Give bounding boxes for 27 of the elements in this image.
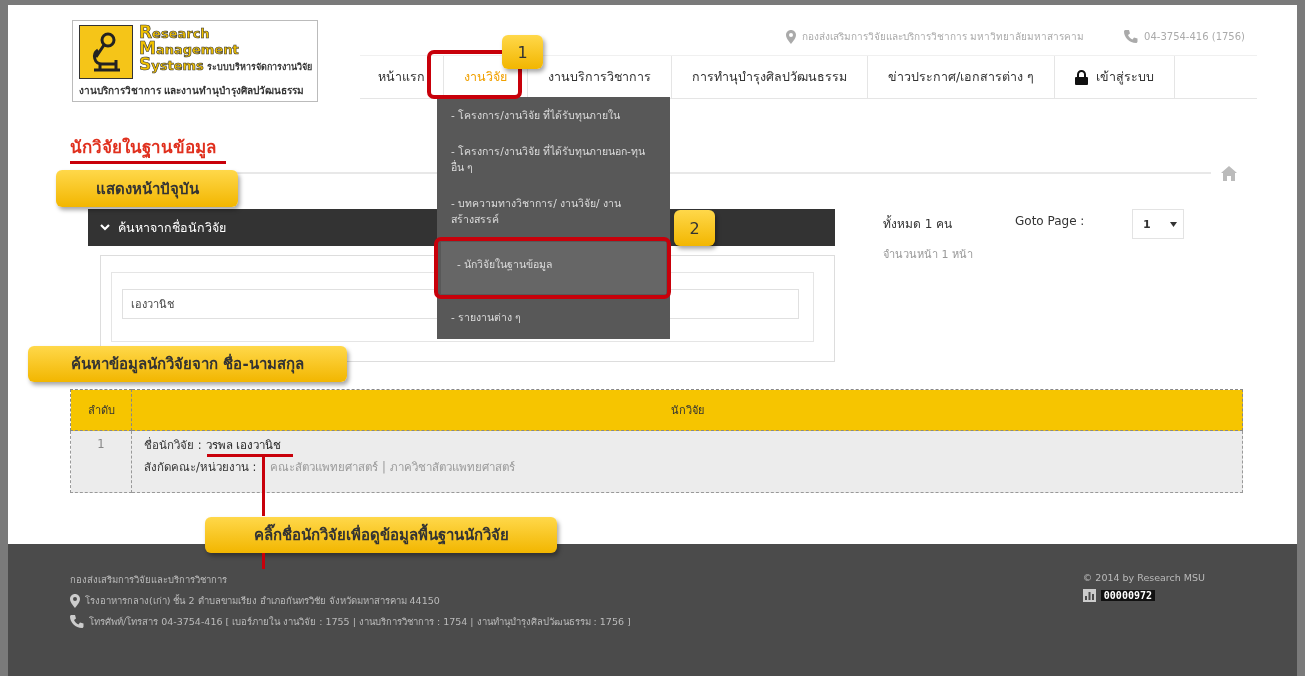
- phone-text: 04-3754-416 (1756): [1144, 31, 1245, 42]
- callout-label: 1: [502, 35, 543, 69]
- field-label: สังกัดคณะ/หน่วยงาน :: [144, 459, 257, 476]
- callout-label: ค้นหาข้อมูลนักวิจัยจาก ชื่อ-นามสกุล: [28, 346, 347, 382]
- visitor-counter: 00000972: [1100, 590, 1155, 601]
- copyright-text: © 2014 by Research MSU: [1082, 572, 1205, 583]
- logo-text: Management: [139, 41, 240, 57]
- logo-text: Systems: [139, 57, 204, 73]
- page-count: จำนวนหน้า 1 หน้า: [883, 247, 974, 263]
- callout-label: คลิ๊กชื่อนักวิจัยเพื่อดูข้อมูลพื้นฐานนักวิจัย: [205, 517, 557, 553]
- footer-address: โรงอาหารกลาง(เก่า) ชั้น 2 ตำบลขามเรียง อำเภอกันทรวิชัย จังหวัดมหาสารคาม 44150: [85, 593, 440, 608]
- callout-label: แสดงหน้าปัจุบัน: [56, 170, 238, 207]
- logo-text: Research: [139, 25, 210, 41]
- logo-subtitle: ระบบบริหารจัดการงานวิจัย: [206, 61, 312, 74]
- field-label: ชื่อนักวิจัย :: [144, 436, 202, 454]
- page-title: นักวิจัยในฐานข้อมูล: [70, 136, 216, 157]
- goto-label: Goto Page :: [1015, 214, 1086, 230]
- footer-phone: โทรศัพท์/โทรสาร 04-3754-416 [ เบอร์ภายใน งานวิจัย : 1755 | งานบริการวิชาการ : 1754 | งานทำนุบำรุงศิลปวัฒนธรรม : 1756 ]: [89, 615, 631, 629]
- logo-tagline: งานบริการวิชาการ และงานทำนุบำรุงศิลปวัฒนธรรม: [79, 84, 306, 99]
- callout-label: 2: [674, 210, 715, 246]
- address-text: กองส่งเสริมการวิจัยและบริการวิชาการ มหาวิทยาลัยมหาสารคาม: [801, 30, 1085, 44]
- column-header: ลำดับ: [70, 389, 132, 431]
- table-cell: 1: [70, 430, 132, 493]
- footer-org: กองส่งเสริมการวิจัยและบริการวิชาการ: [70, 573, 228, 587]
- unit-text: คณะสัตวแพทยศาสตร์ | ภาควิชาสัตวแพทยศาสตร์: [270, 459, 515, 476]
- total-count: ทั้งหมด 1 คน: [883, 214, 954, 233]
- column-header: นักวิจัย: [131, 389, 1243, 431]
